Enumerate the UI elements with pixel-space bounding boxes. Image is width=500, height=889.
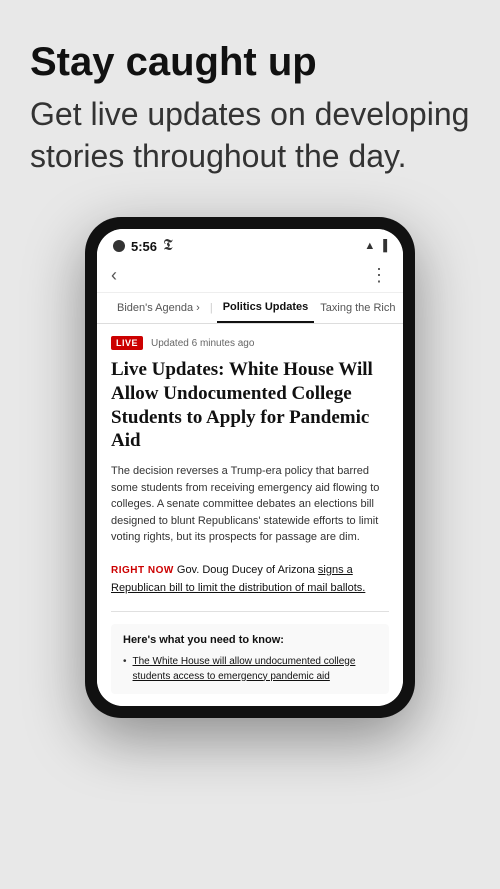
updated-text: Updated 6 minutes ago <box>151 338 254 349</box>
status-bar: 5:56 𝕿 ▲ ▐ <box>97 229 403 259</box>
live-badge: LIVE <box>111 336 143 350</box>
right-now-section: RIGHT NOW Gov. Doug Ducey of Arizona sig… <box>111 560 389 597</box>
tab-politics-updates[interactable]: Politics Updates <box>217 293 315 323</box>
live-badge-row: LIVE Updated 6 minutes ago <box>111 336 389 350</box>
right-now-label: RIGHT NOW <box>111 565 174 576</box>
status-dot <box>113 240 125 252</box>
tabs-bar: Biden's Agenda › | Politics Updates Taxi… <box>97 293 403 324</box>
need-to-know-section: Here's what you need to know: • The Whit… <box>111 624 389 694</box>
phone-frame: 5:56 𝕿 ▲ ▐ ‹ ⋮ Biden's Agenda › | Politi… <box>85 217 415 718</box>
tab-bidens-agenda[interactable]: Biden's Agenda › <box>111 294 206 322</box>
nyt-logo: 𝕿 <box>163 237 173 255</box>
article-body: The decision reverses a Trump-era policy… <box>111 463 389 546</box>
content-area: LIVE Updated 6 minutes ago Live Updates:… <box>97 324 403 706</box>
bullet-icon: • <box>123 654 127 684</box>
article-headline: Live Updates: White House Will Allow Und… <box>111 358 389 453</box>
status-time: 5:56 <box>131 239 157 254</box>
hero-section: Stay caught up Get live updates on devel… <box>0 0 500 197</box>
need-to-know-title: Here's what you need to know: <box>123 634 377 646</box>
need-to-know-item: • The White House will allow undocumente… <box>123 654 377 684</box>
content-divider <box>111 611 389 612</box>
status-left: 5:56 𝕿 <box>113 237 173 255</box>
need-to-know-link[interactable]: The White House will allow undocumented … <box>133 654 377 684</box>
hero-subtitle: Get live updates on developing stories t… <box>30 94 470 177</box>
nav-bar: ‹ ⋮ <box>97 259 403 293</box>
tab-divider: | <box>206 302 217 314</box>
tab-taxing-rich[interactable]: Taxing the Rich <box>314 294 401 322</box>
hero-title: Stay caught up <box>30 40 470 84</box>
battery-icon: ▐ <box>379 240 387 252</box>
wifi-icon: ▲ <box>364 240 375 252</box>
status-right: ▲ ▐ <box>364 240 387 252</box>
phone-container: 5:56 𝕿 ▲ ▐ ‹ ⋮ Biden's Agenda › | Politi… <box>0 197 500 718</box>
tab-extra[interactable]: $4 <box>401 294 403 322</box>
phone-screen: 5:56 𝕿 ▲ ▐ ‹ ⋮ Biden's Agenda › | Politi… <box>97 229 403 706</box>
back-button[interactable]: ‹ <box>111 265 117 286</box>
more-button[interactable]: ⋮ <box>370 265 389 286</box>
